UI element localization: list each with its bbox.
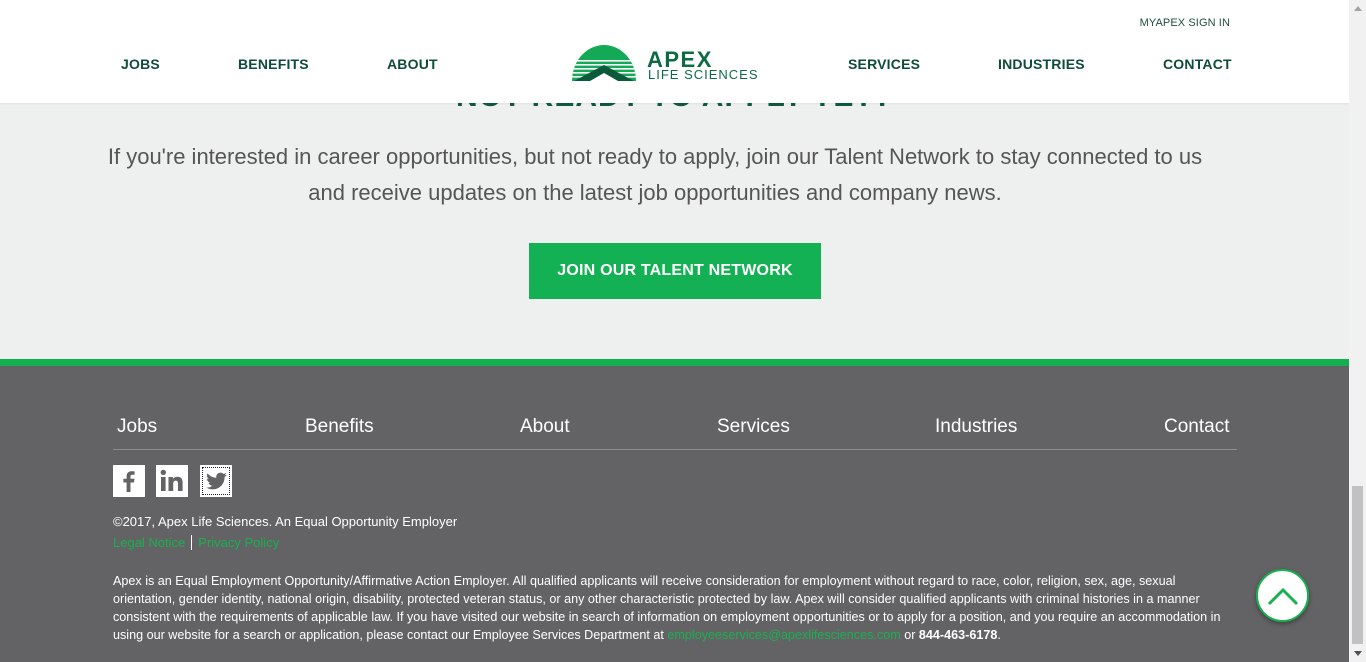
nav-jobs[interactable]: JOBS (121, 56, 160, 72)
footer-divider (113, 449, 1237, 450)
nav-contact[interactable]: CONTACT (1163, 56, 1232, 72)
footer-nav-jobs[interactable]: Jobs (117, 416, 157, 438)
page-scrollbar[interactable] (1349, 0, 1366, 662)
legal-links: Legal Notice Privacy Policy (113, 535, 279, 550)
legal-notice-link[interactable]: Legal Notice (113, 535, 185, 550)
myapex-sign-in-link[interactable]: MYAPEX SIGN IN (1140, 17, 1230, 29)
chevron-up-icon (1267, 587, 1298, 605)
nav-services[interactable]: SERVICES (848, 56, 920, 72)
privacy-policy-link[interactable]: Privacy Policy (198, 535, 279, 550)
footer-nav-industries[interactable]: Industries (935, 416, 1017, 438)
site-header: MYAPEX SIGN IN JOBS BENEFITS ABOUT APEX … (0, 0, 1349, 103)
apex-logo[interactable]: APEX LIFE SCIENCES (570, 43, 782, 83)
disclaimer-period: . (997, 628, 1001, 642)
footer-nav-services[interactable]: Services (717, 416, 790, 438)
footer-nav-contact[interactable]: Contact (1164, 416, 1229, 438)
talent-description: If you're interested in career opportuni… (107, 144, 1203, 205)
page: NOT READY TO APPLY YET? If you're intere… (0, 0, 1349, 662)
phone-number: 844-463-6178 (918, 628, 998, 642)
join-talent-network-button[interactable]: JOIN OUR TALENT NETWORK (529, 243, 821, 299)
nav-benefits[interactable]: BENEFITS (238, 56, 309, 72)
nav-about[interactable]: ABOUT (387, 56, 438, 72)
twitter-icon[interactable] (200, 465, 232, 497)
facebook-icon[interactable] (113, 465, 145, 497)
scrollbar-thumb[interactable] (1352, 486, 1363, 644)
linkedin-icon[interactable] (156, 465, 188, 497)
logo-text-life-sciences: LIFE SCIENCES (648, 67, 759, 82)
disclaimer-or: or (904, 628, 916, 642)
scroll-down-arrow-icon[interactable] (1349, 645, 1366, 662)
employee-services-email-link[interactable]: employeeservices@apexlifesciences.com (667, 628, 900, 642)
eeo-disclaimer: Apex is an Equal Employment Opportunity/… (113, 572, 1237, 644)
back-to-top-button[interactable] (1256, 569, 1309, 622)
footer-nav-benefits[interactable]: Benefits (305, 416, 374, 438)
footer-nav-about[interactable]: About (520, 416, 570, 438)
copyright-text: ©2017, Apex Life Sciences. An Equal Oppo… (113, 514, 458, 529)
apex-logo-mark-icon (572, 45, 636, 81)
footer-accent-bar (0, 359, 1349, 366)
site-footer: Jobs Benefits About Services Industries … (0, 366, 1349, 662)
scroll-up-arrow-icon[interactable] (1349, 0, 1366, 17)
nav-industries[interactable]: INDUSTRIES (998, 56, 1085, 72)
legal-separator (191, 535, 193, 550)
